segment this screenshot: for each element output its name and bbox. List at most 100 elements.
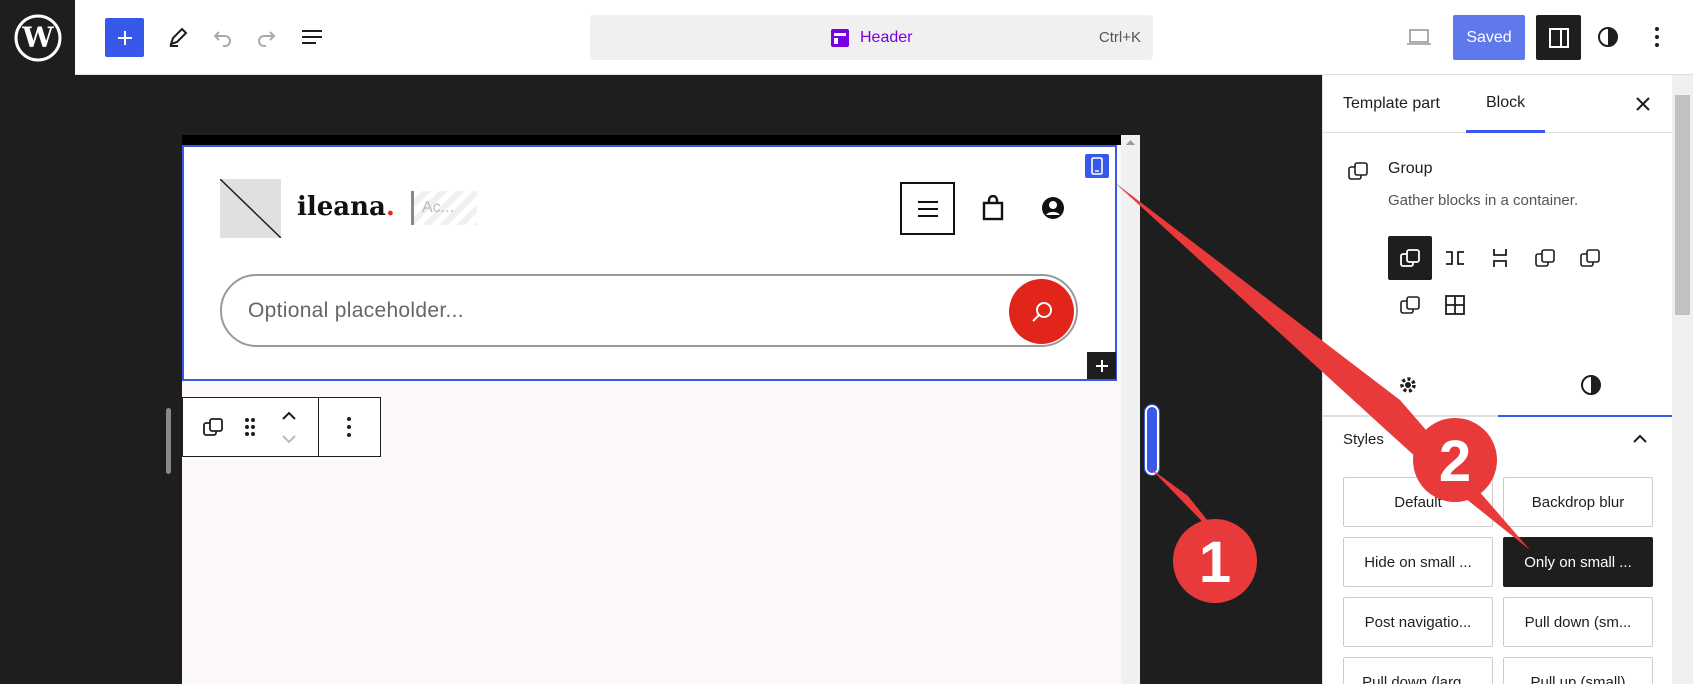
site-title-dot: .	[385, 192, 395, 222]
editor-top-bar: W Header Ctrl+K Saved	[0, 0, 1693, 75]
account-icon	[1042, 197, 1064, 219]
document-title: Header	[830, 15, 912, 60]
block-card-icon-wrap	[1345, 158, 1371, 184]
variation-group[interactable]	[1388, 236, 1432, 280]
group-icon	[203, 418, 223, 436]
style-option-default[interactable]: Default	[1343, 477, 1493, 527]
block-options-button[interactable]	[323, 408, 375, 446]
account-button[interactable]	[1040, 195, 1066, 221]
canvas-width-resize-handle[interactable]	[1144, 404, 1160, 476]
search-icon	[1031, 301, 1052, 322]
more-vertical-icon	[347, 417, 351, 437]
style-option-pull-up-small[interactable]: Pull up (small)	[1503, 657, 1653, 684]
canvas-scrollbar[interactable]	[1121, 135, 1140, 684]
stack-icon	[1493, 249, 1507, 267]
frame-top-strip	[182, 135, 1140, 145]
list-view-icon	[302, 30, 322, 44]
command-palette-bar[interactable]: Header Ctrl+K	[590, 15, 1153, 60]
options-button[interactable]	[1645, 22, 1669, 52]
grid-icon	[1445, 295, 1465, 315]
style-option-pull-down-small[interactable]: Pull down (sm...	[1503, 597, 1653, 647]
block-card-title: Group	[1388, 160, 1433, 177]
style-option-pull-down-large[interactable]: Pull down (larg...	[1343, 657, 1493, 684]
sidebar-tabs: Template part Block	[1323, 75, 1673, 133]
collapse-styles-button[interactable]	[1628, 427, 1652, 451]
tab-template-part[interactable]: Template part	[1343, 75, 1440, 133]
group-icon	[1535, 249, 1555, 267]
toolbar-divider	[318, 398, 319, 456]
style-option-hide-on-small[interactable]: Hide on small ...	[1343, 537, 1493, 587]
site-title[interactable]: ileana.	[297, 192, 395, 222]
redo-button[interactable]	[252, 22, 282, 52]
navigation-menu-button[interactable]	[900, 182, 955, 235]
block-appender-button[interactable]	[1087, 352, 1116, 379]
pencil-icon	[169, 27, 188, 47]
site-logo-placeholder[interactable]	[220, 179, 281, 238]
tab-block[interactable]: Block	[1466, 75, 1546, 133]
wordpress-logo[interactable]: W	[0, 0, 75, 75]
image-placeholder-icon	[220, 179, 281, 238]
inspector-tabs-indicator	[1323, 415, 1673, 417]
group-icon	[1400, 296, 1420, 314]
search-submit-button[interactable]	[1009, 279, 1074, 344]
document-title-text: Header	[860, 28, 913, 46]
settings-sidebar: Template part Block Group Gather blocks …	[1322, 75, 1673, 684]
sidebar-scrollbar-thumb[interactable]	[1675, 95, 1690, 315]
save-button[interactable]: Saved	[1453, 15, 1525, 60]
redo-icon	[258, 31, 276, 47]
undo-button[interactable]	[207, 22, 237, 52]
style-option-only-on-small[interactable]: Only on small ...	[1503, 537, 1653, 587]
styles-button[interactable]	[1593, 22, 1623, 52]
add-block-button[interactable]	[105, 18, 144, 57]
block-toolbar	[182, 397, 381, 457]
variation-grid[interactable]	[1433, 283, 1477, 327]
chevron-up-icon	[1633, 434, 1647, 443]
site-title-text: ileana	[297, 192, 386, 222]
close-sidebar-button[interactable]	[1628, 89, 1658, 119]
chevron-up-icon	[282, 411, 296, 420]
desktop-icon	[1407, 29, 1431, 45]
tab-settings[interactable]	[1373, 365, 1443, 405]
tab-styles[interactable]	[1556, 365, 1626, 405]
tools-button[interactable]	[163, 22, 193, 52]
site-editor: W Header Ctrl+K Saved ileana. Ac... Opti…	[0, 0, 1693, 684]
gear-icon	[1400, 377, 1416, 393]
drag-handle[interactable]	[235, 408, 265, 446]
style-option-backdrop-blur[interactable]: Backdrop blur	[1503, 477, 1653, 527]
move-down-button[interactable]	[271, 428, 307, 450]
plus-icon	[1095, 359, 1108, 372]
group-icon	[1580, 249, 1600, 267]
group-icon	[1400, 249, 1420, 267]
plus-icon	[117, 30, 132, 45]
variation-alt-group[interactable]	[1568, 236, 1612, 280]
canvas-left-resize-handle[interactable]	[166, 408, 171, 474]
variation-extra-group[interactable]	[1388, 283, 1432, 327]
mobile-visibility-badge[interactable]	[1085, 154, 1109, 178]
variation-stack[interactable]	[1478, 236, 1522, 280]
more-icon	[1655, 27, 1659, 47]
shortcut-hint: Ctrl+K	[1098, 29, 1141, 46]
style-option-post-navigation[interactable]: Post navigatio...	[1343, 597, 1493, 647]
row-icon	[1446, 251, 1464, 265]
move-up-button[interactable]	[271, 404, 307, 426]
wordpress-logo-icon: W	[14, 14, 61, 61]
variation-grid-group[interactable]	[1523, 236, 1567, 280]
drag-icon	[245, 418, 255, 436]
chevron-down-icon	[282, 435, 296, 444]
sidebar-toggle-icon	[1548, 27, 1569, 48]
block-type-button[interactable]	[193, 408, 233, 446]
device-preview-button[interactable]	[1403, 22, 1435, 52]
svg-text:W: W	[21, 21, 54, 54]
site-tagline[interactable]: Ac...	[411, 191, 477, 225]
variation-row[interactable]	[1433, 236, 1477, 280]
close-icon	[1636, 97, 1650, 111]
group-icon	[1348, 162, 1368, 180]
scroll-up-arrow-icon	[1126, 140, 1135, 145]
search-field[interactable]: Optional placeholder...	[220, 274, 1078, 347]
document-overview-button[interactable]	[297, 22, 327, 52]
settings-toggle-button[interactable]	[1536, 15, 1581, 60]
styles-panel-title[interactable]: Styles	[1343, 431, 1384, 448]
styles-icon	[1598, 27, 1618, 47]
cart-button[interactable]	[980, 193, 1006, 223]
mobile-device-icon	[1091, 157, 1103, 175]
